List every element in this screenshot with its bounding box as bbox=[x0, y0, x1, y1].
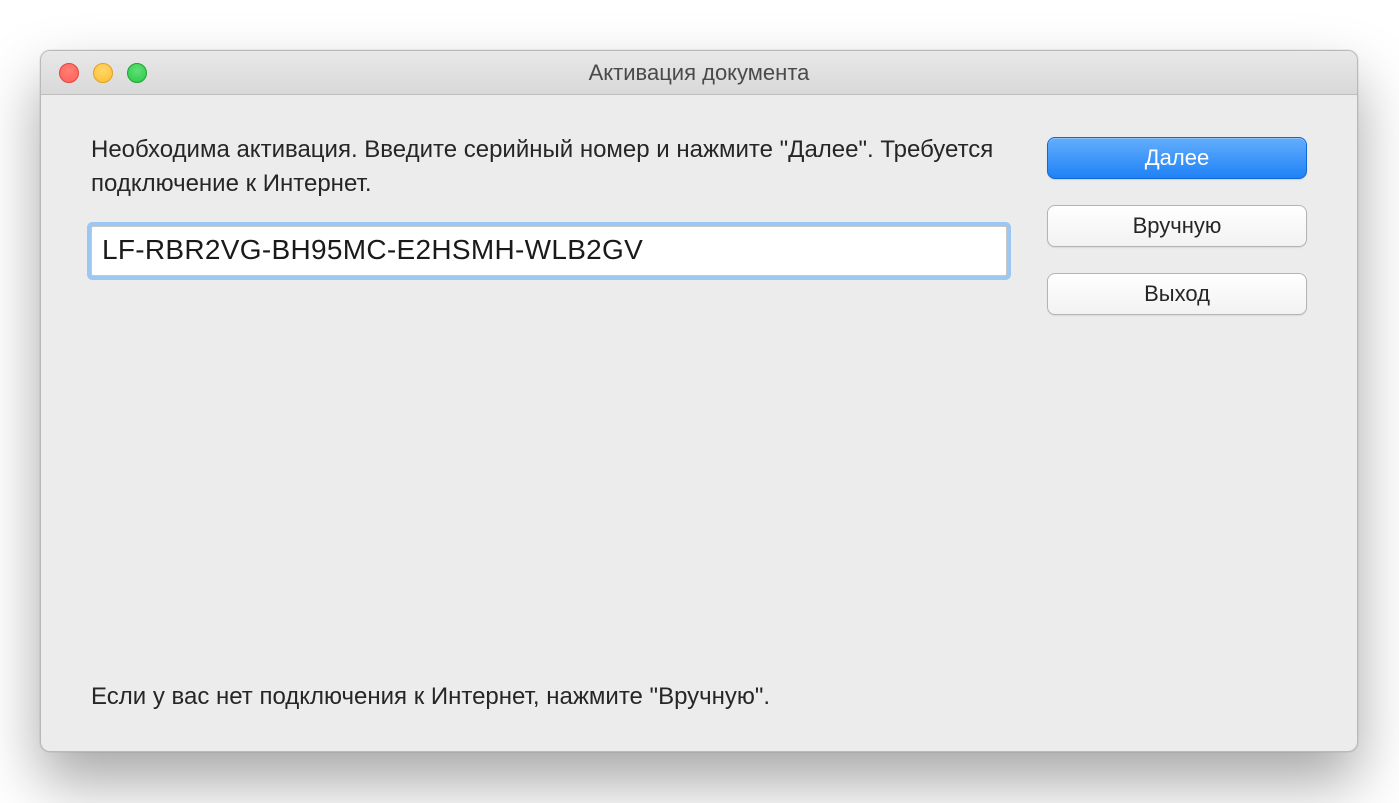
activation-window: Активация документа Необходима активация… bbox=[40, 50, 1358, 752]
window-title: Активация документа bbox=[41, 60, 1357, 86]
manual-button[interactable]: Вручную bbox=[1047, 205, 1307, 247]
left-pane: Необходима активация. Введите серийный н… bbox=[91, 133, 1007, 711]
titlebar: Активация документа bbox=[41, 51, 1357, 95]
instructions-text: Необходима активация. Введите серийный н… bbox=[91, 133, 1007, 200]
minimize-icon[interactable] bbox=[93, 63, 113, 83]
button-column: Далее Вручную Выход bbox=[1047, 133, 1307, 711]
serial-field-wrap[interactable] bbox=[91, 226, 1007, 276]
serial-input[interactable] bbox=[92, 227, 1006, 275]
close-icon[interactable] bbox=[59, 63, 79, 83]
footer-text: Если у вас нет подключения к Интернет, н… bbox=[91, 683, 1007, 711]
spacer bbox=[91, 276, 1007, 683]
zoom-icon[interactable] bbox=[127, 63, 147, 83]
exit-button[interactable]: Выход bbox=[1047, 273, 1307, 315]
window-controls bbox=[41, 63, 147, 83]
content-area: Необходима активация. Введите серийный н… bbox=[41, 95, 1357, 751]
next-button[interactable]: Далее bbox=[1047, 137, 1307, 179]
